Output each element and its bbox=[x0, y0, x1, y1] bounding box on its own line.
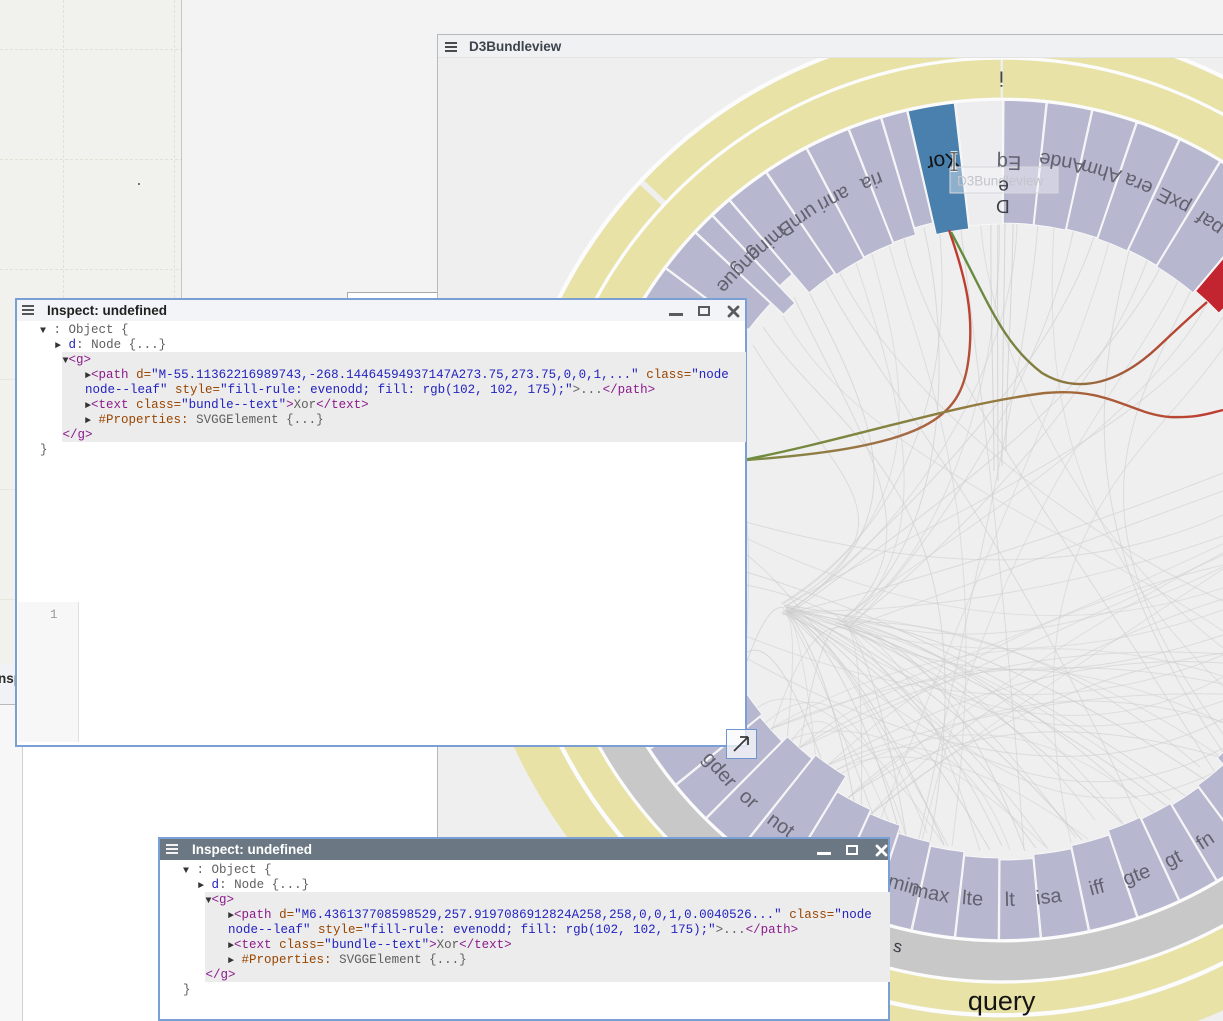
svg-text:D: D bbox=[996, 195, 1010, 216]
svg-text:lte: lte bbox=[961, 887, 984, 911]
svg-text:Eq: Eq bbox=[997, 151, 1022, 174]
svg-text:isa: isa bbox=[1035, 884, 1064, 909]
svg-text:query: query bbox=[968, 986, 1036, 1016]
svg-text:lt: lt bbox=[1005, 889, 1016, 911]
svg-text:e: e bbox=[998, 175, 1009, 196]
svg-text:i: i bbox=[999, 66, 1004, 89]
